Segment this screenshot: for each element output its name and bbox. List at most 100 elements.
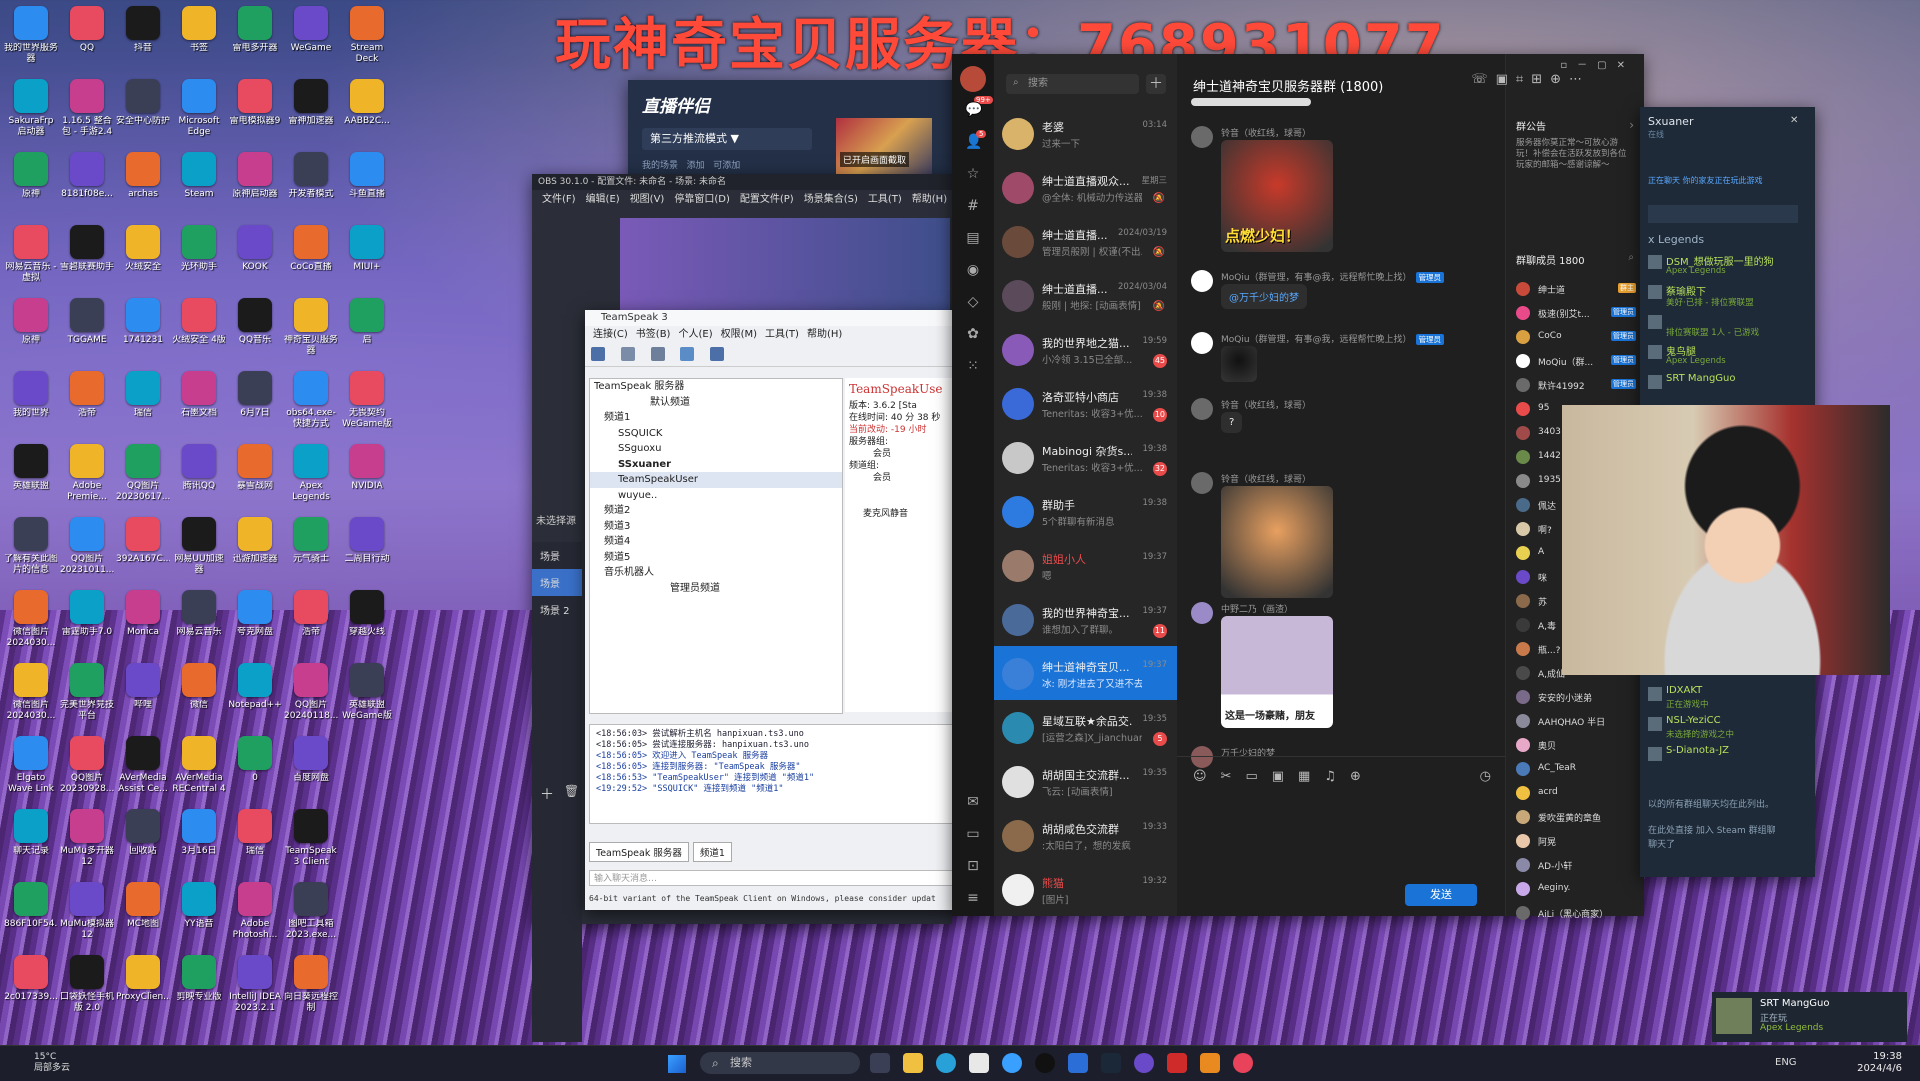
desktop-icon[interactable]: 0 <box>228 736 282 795</box>
desktop-icon[interactable]: MIUI+ <box>340 225 394 284</box>
desktop-icon[interactable]: 瑞信 <box>116 371 170 430</box>
desktop-icon[interactable]: 8181f08e... <box>60 152 114 211</box>
desktop-icon[interactable]: 腾讯QQ <box>172 444 226 503</box>
ts-tree-item[interactable]: 管理员频道 <box>590 581 842 597</box>
desktop-icon[interactable]: IntelliJ IDEA 2023.2.1 <box>228 955 282 1014</box>
ts-tree-item[interactable]: 音乐机器人 <box>590 565 842 581</box>
connect-icon[interactable] <box>591 347 605 361</box>
desktop-icon[interactable]: 哔哩 <box>116 663 170 722</box>
desktop-icon[interactable]: 剪映专业版 <box>172 955 226 1014</box>
message-image[interactable]: 这是一场豪赌，朋友 <box>1221 616 1333 728</box>
desktop-icon[interactable]: 百度网盘 <box>284 736 338 795</box>
qq-window[interactable]: 99+ 💬 👤 5 ☆ # ▤ ◉ ◇ ✿ ⁙ ✉ ▭ ⊡ ≡ 搜索 ⌕ ＋ 老… <box>952 54 1644 920</box>
desktop-icon[interactable]: TGGAME <box>60 298 114 357</box>
ts-tree-item[interactable]: TeamSpeak 服务器 <box>590 379 842 395</box>
qq-search-input[interactable]: 搜索 <box>1006 74 1139 94</box>
desktop-icon[interactable]: 书签 <box>172 6 226 65</box>
apps-icon[interactable]: ⁙ <box>965 358 981 374</box>
desktop-icon[interactable]: ProxyClien... <box>116 955 170 1014</box>
desktop-icon[interactable]: 光环助手 <box>172 225 226 284</box>
desktop-icon[interactable]: QQ音乐 <box>228 298 282 357</box>
ts-menu-item[interactable]: 个人(E) <box>678 329 712 340</box>
steam-icon[interactable] <box>1101 1053 1121 1073</box>
book-icon[interactable]: ▤ <box>965 230 981 246</box>
desktop-icon[interactable]: 聊天记录 <box>4 809 58 868</box>
folder-icon[interactable]: ▭ <box>965 826 981 842</box>
apex-icon[interactable] <box>1167 1053 1187 1073</box>
message-input[interactable] <box>1191 797 1491 877</box>
app-icon[interactable] <box>1002 1053 1022 1073</box>
bookmark-icon[interactable] <box>620 347 635 361</box>
ts-menu-item[interactable]: 帮助(H) <box>807 329 842 340</box>
conversation-item[interactable]: 胡胡咸色交流群:太阳白了，想的发疯 19:33 <box>994 808 1177 862</box>
history-icon[interactable]: ◷ <box>1480 769 1491 784</box>
message-image[interactable]: 点燃少妇！ <box>1221 140 1333 252</box>
desktop-icon[interactable]: 微信图片 2024030... <box>4 663 58 722</box>
desktop-icon[interactable]: 雪碧联赛助手 <box>60 225 114 284</box>
weather-widget[interactable]: 15°C 局部多云 <box>14 1052 70 1074</box>
desktop-icon[interactable]: 完美世界竞技平台 <box>60 663 114 722</box>
obs-menu-item[interactable]: 停靠窗口(D) <box>674 194 730 205</box>
ts-tree-item[interactable]: 频道4 <box>590 534 842 550</box>
desktop-icon[interactable]: Adobe Photosh... <box>228 882 282 941</box>
conversation-item[interactable]: 胡胡国主交流群... 飞云: [动画表情] 19:35 <box>994 754 1177 808</box>
desktop-icon[interactable]: 无畏契约 WeGame版 <box>340 371 394 430</box>
desktop-icon[interactable]: Apex Legends <box>284 444 338 503</box>
member-item[interactable]: AiLi（黑心商家） <box>1516 902 1636 926</box>
desktop-icon[interactable]: 抖音 <box>116 6 170 65</box>
message-image[interactable] <box>1221 486 1333 598</box>
conversation-item[interactable]: 洛奇亚特小商店 Teneritas: 收容3+优... 19:38 10 <box>994 376 1177 430</box>
member-item[interactable]: MoQiu（群... 管理员 <box>1516 350 1636 374</box>
desktop-icon[interactable]: TeamSpeak 3 Client <box>284 809 338 868</box>
desktop-icon[interactable]: QQ <box>60 6 114 65</box>
desktop-icon[interactable]: 雷电多开器 <box>228 6 282 65</box>
desktop-icon[interactable]: Steam <box>172 152 226 211</box>
member-item[interactable]: 安安的小迷弟 <box>1516 686 1636 710</box>
desktop-icon[interactable]: 网易云音乐 <box>172 590 226 649</box>
desktop-icon[interactable]: 穿越火线 <box>340 590 394 649</box>
desktop-icon[interactable]: 392A167C... <box>116 517 170 576</box>
edge-icon[interactable] <box>936 1053 956 1073</box>
obs-menu-item[interactable]: 编辑(E) <box>586 194 620 205</box>
member-item[interactable]: Aeginy. <box>1516 878 1636 902</box>
conversation-item[interactable]: 熊猫 [图片] 19:32 <box>994 862 1177 916</box>
conversation-item[interactable]: 老婆 过来一下 03:14 <box>994 106 1177 160</box>
desktop-icon[interactable]: CoCo直播 <box>284 225 338 284</box>
desktop-icon[interactable]: 回收站 <box>116 809 170 868</box>
netease-music-icon[interactable] <box>1233 1053 1253 1073</box>
message-image[interactable] <box>1221 346 1257 382</box>
desktop-icon[interactable]: MuMu多开器12 <box>60 809 114 868</box>
desktop-icon[interactable]: 2c017339... <box>4 955 58 1014</box>
mic-mute-icon[interactable] <box>680 347 695 361</box>
ts-menu-item[interactable]: 连接(C) <box>593 329 628 340</box>
send-button[interactable]: 发送 <box>1405 884 1477 906</box>
desktop-icon[interactable]: QQ图片 20231011... <box>60 517 114 576</box>
ts-menu-item[interactable]: 权限(M) <box>721 329 757 340</box>
add-scene-icon[interactable]: ＋ <box>540 784 554 804</box>
avatar[interactable] <box>1191 602 1213 624</box>
desktop-icon[interactable]: Elgato Wave Link <box>4 736 58 795</box>
desktop-icon[interactable]: 英雄联盟 <box>4 444 58 503</box>
ts-tree-item[interactable]: 默认频道 <box>590 395 842 411</box>
desktop-icon[interactable]: 斗鱼直播 <box>340 152 394 211</box>
obs-preview[interactable] <box>620 218 950 314</box>
member-item[interactable]: 爱吹蛋黄的章鱼 <box>1516 806 1636 830</box>
obs-menu-item[interactable]: 配置文件(P) <box>740 194 794 205</box>
member-item[interactable]: AD-小轩 <box>1516 854 1636 878</box>
chat-header-icons[interactable]: ☏▣⌗⊞⊕⋯ <box>1150 72 1590 87</box>
member-item[interactable]: 默许41992 管理员 <box>1516 374 1636 398</box>
chevron-right-icon[interactable]: › <box>1629 118 1634 132</box>
desktop-icon[interactable]: Adobe Premie... <box>60 444 114 503</box>
users-icon[interactable] <box>710 347 725 361</box>
desktop-icon[interactable]: AVerMedia Assist Ce... <box>116 736 170 795</box>
ts-menu-item[interactable]: 工具(T) <box>765 329 799 340</box>
desktop-icon[interactable]: 神奇宝贝服务器 <box>284 298 338 357</box>
steam-notification[interactable]: SRT MangGuo 正在玩 Apex Legends <box>1712 992 1907 1042</box>
desktop-icon[interactable]: 1741231 <box>116 298 170 357</box>
desktop-icon[interactable]: 开发者模式 <box>284 152 338 211</box>
desktop-icon[interactable]: Monica <box>116 590 170 649</box>
desktop-icon[interactable]: 元气骑士 <box>284 517 338 576</box>
conversation-item[interactable]: 绅士道直播观众... @全体: 机械动力传送器... 星期三 🔕 <box>994 160 1177 214</box>
desktop-icon[interactable]: 图吧工具箱 2023.exe... <box>284 882 338 941</box>
obs-menu-item[interactable]: 工具(T) <box>868 194 902 205</box>
